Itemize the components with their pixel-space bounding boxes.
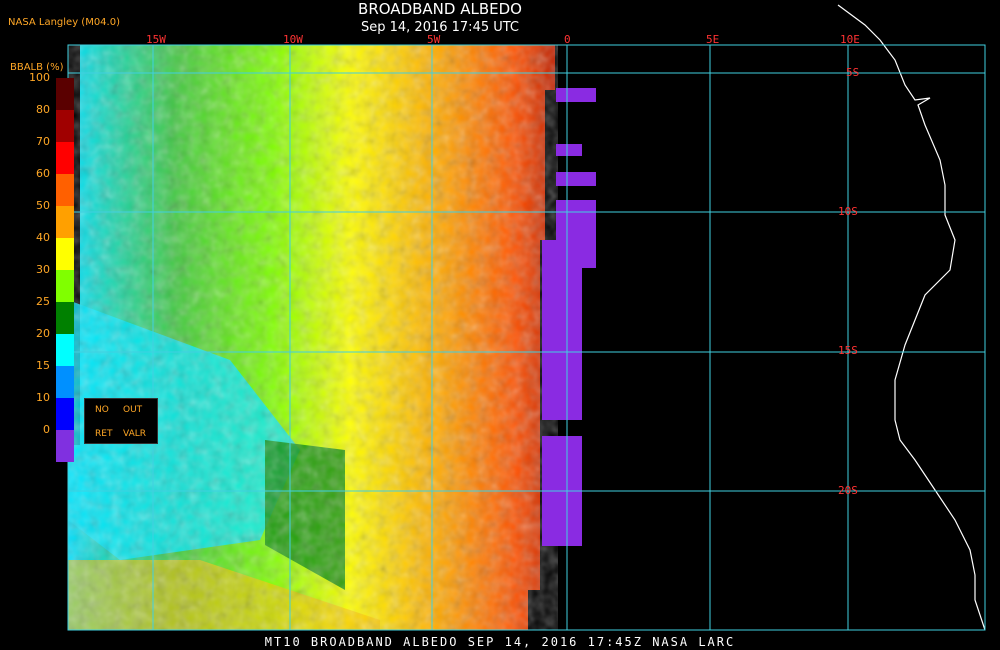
colorbar-swatch	[56, 174, 74, 206]
legend-no: NO	[95, 405, 109, 415]
colorbar-swatch	[56, 302, 74, 334]
no-retrieval-block	[542, 240, 596, 268]
no-retrieval-block	[542, 308, 582, 420]
no-retrieval-block	[542, 268, 582, 308]
colorbar-swatch	[56, 206, 74, 238]
colorbar-tick: 15	[36, 359, 50, 372]
colorbar-swatch	[56, 334, 74, 366]
colorbar-tick: 80	[36, 103, 50, 116]
colorbar-swatch	[56, 238, 74, 270]
colorbar-tick: 30	[36, 263, 50, 276]
lat-label-15s: 15S	[838, 344, 858, 357]
lat-label-5s: 5S	[846, 66, 860, 79]
colorbar-tick: 40	[36, 231, 50, 244]
colorbar-tick: 20	[36, 327, 50, 340]
cloud-texture	[68, 45, 558, 630]
no-retrieval-block	[556, 144, 582, 156]
colorbar-swatch	[56, 398, 74, 430]
colorbar-swatch	[56, 78, 74, 110]
colorbar-tick: 60	[36, 167, 50, 180]
colorbar-tick: 25	[36, 295, 50, 308]
lon-label-0: 0	[564, 33, 571, 46]
no-retrieval-block	[542, 436, 582, 474]
footer-caption: MT10 BROADBAND ALBEDO SEP 14, 2016 17:45…	[264, 635, 736, 649]
colorbar-swatch	[56, 110, 74, 142]
image-title: BROADBAND ALBEDO	[358, 0, 522, 18]
lon-label-10e: 10E	[840, 33, 860, 46]
albedo-map	[67, 4, 986, 631]
colorbar-swatch	[56, 430, 74, 462]
colorbar-tick: 50	[36, 199, 50, 212]
coastline	[837, 4, 986, 631]
no-retrieval-block	[542, 474, 582, 546]
legend-valr: VALR	[123, 429, 147, 439]
lon-label-5e: 5E	[706, 33, 720, 46]
no-retrieval-block	[556, 88, 596, 102]
lon-label-10w: 10W	[283, 33, 303, 46]
colorbar-tick: 100	[29, 71, 50, 84]
lon-label-5w: 5W	[427, 33, 441, 46]
lat-label-20s: 20S	[838, 484, 858, 497]
no-retrieval-legend: NO OUT RET VALR	[84, 398, 158, 444]
lon-label-15w: 15W	[146, 33, 166, 46]
colorbar-tick: 10	[36, 391, 50, 404]
colorbar-swatch	[56, 142, 74, 174]
colorbar-swatch	[56, 366, 74, 398]
legend-ret: RET	[95, 429, 113, 439]
legend-out: OUT	[123, 405, 143, 415]
colorbar-tick: 0	[43, 423, 50, 436]
no-retrieval-block	[556, 172, 596, 186]
colorbar-swatch	[56, 270, 74, 302]
colorbar-tick: 70	[36, 135, 50, 148]
lat-label-10s: 10S	[838, 205, 858, 218]
